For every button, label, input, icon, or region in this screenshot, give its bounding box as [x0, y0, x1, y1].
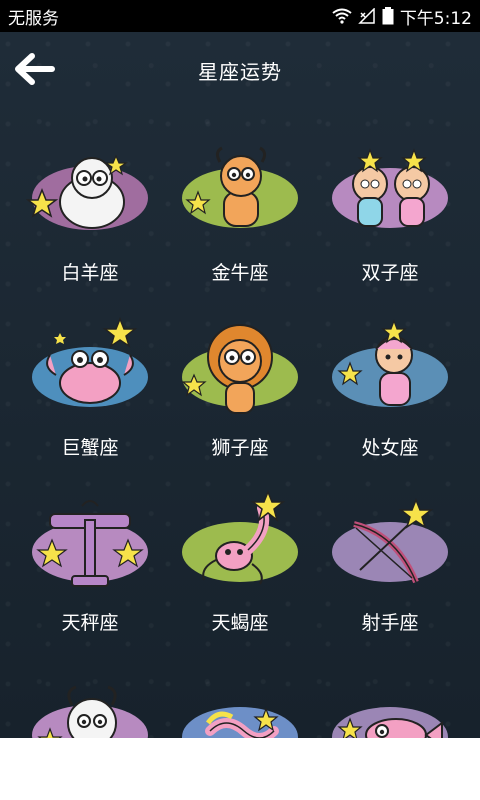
cancer-crab-icon	[32, 316, 148, 407]
zodiac-item-sagittarius[interactable]: 射手座	[310, 482, 470, 657]
zodiac-label: 天秤座	[61, 612, 119, 634]
zodiac-item-aquarius[interactable]	[160, 657, 320, 738]
scorpio-scorpion-icon	[182, 490, 298, 585]
no-signal-icon	[358, 8, 375, 24]
clock-text: 下午5:12	[399, 8, 472, 29]
zodiac-label: 双子座	[361, 262, 419, 284]
zodiac-item-cancer[interactable]: 巨蟹座	[10, 307, 170, 482]
zodiac-label: 巨蟹座	[61, 437, 119, 459]
wifi-icon	[332, 8, 352, 24]
zodiac-item-scorpio[interactable]: 天蝎座	[160, 482, 320, 657]
zodiac-item-aries[interactable]: 白羊座	[10, 132, 170, 307]
zodiac-item-pisces[interactable]	[310, 657, 470, 738]
gemini-twins-icon	[332, 148, 448, 228]
zodiac-label: 金牛座	[211, 262, 269, 284]
status-icons: 下午5:12	[332, 4, 472, 29]
zodiac-screen: 星座运势 白羊座 金牛座 双子座 巨蟹座 狮子座 处女座 天秤座 天蝎座 射手座	[0, 32, 480, 738]
aquarius-icon	[182, 707, 298, 738]
sagittarius-bow-icon	[332, 497, 448, 584]
battery-icon	[382, 7, 394, 25]
zodiac-label: 射手座	[361, 612, 419, 634]
zodiac-item-leo[interactable]: 狮子座	[160, 307, 320, 482]
pisces-fish-icon	[332, 707, 448, 738]
zodiac-item-gemini[interactable]: 双子座	[310, 132, 470, 307]
zodiac-label: 白羊座	[61, 262, 119, 284]
bottom-blank-area	[0, 738, 480, 800]
zodiac-label: 狮子座	[211, 437, 269, 459]
taurus-bull-icon	[182, 146, 298, 228]
zodiac-item-libra[interactable]: 天秤座	[10, 482, 170, 657]
zodiac-label: 天蝎座	[211, 612, 269, 634]
status-bar: 无服务 下午5:12	[0, 0, 480, 32]
top-bar: 星座运势	[0, 32, 480, 108]
zodiac-item-virgo[interactable]: 处女座	[310, 307, 470, 482]
carrier-text: 无服务	[8, 8, 59, 29]
leo-lion-icon	[181, 324, 298, 414]
aries-sheep-icon	[25, 154, 148, 230]
zodiac-item-taurus[interactable]: 金牛座	[160, 132, 320, 307]
capricorn-goat-icon	[32, 685, 148, 738]
virgo-girl-icon	[332, 319, 448, 407]
zodiac-item-capricorn[interactable]	[10, 657, 170, 738]
page-title: 星座运势	[198, 60, 282, 84]
zodiac-label: 处女座	[361, 437, 419, 459]
libra-scales-icon	[32, 500, 148, 587]
